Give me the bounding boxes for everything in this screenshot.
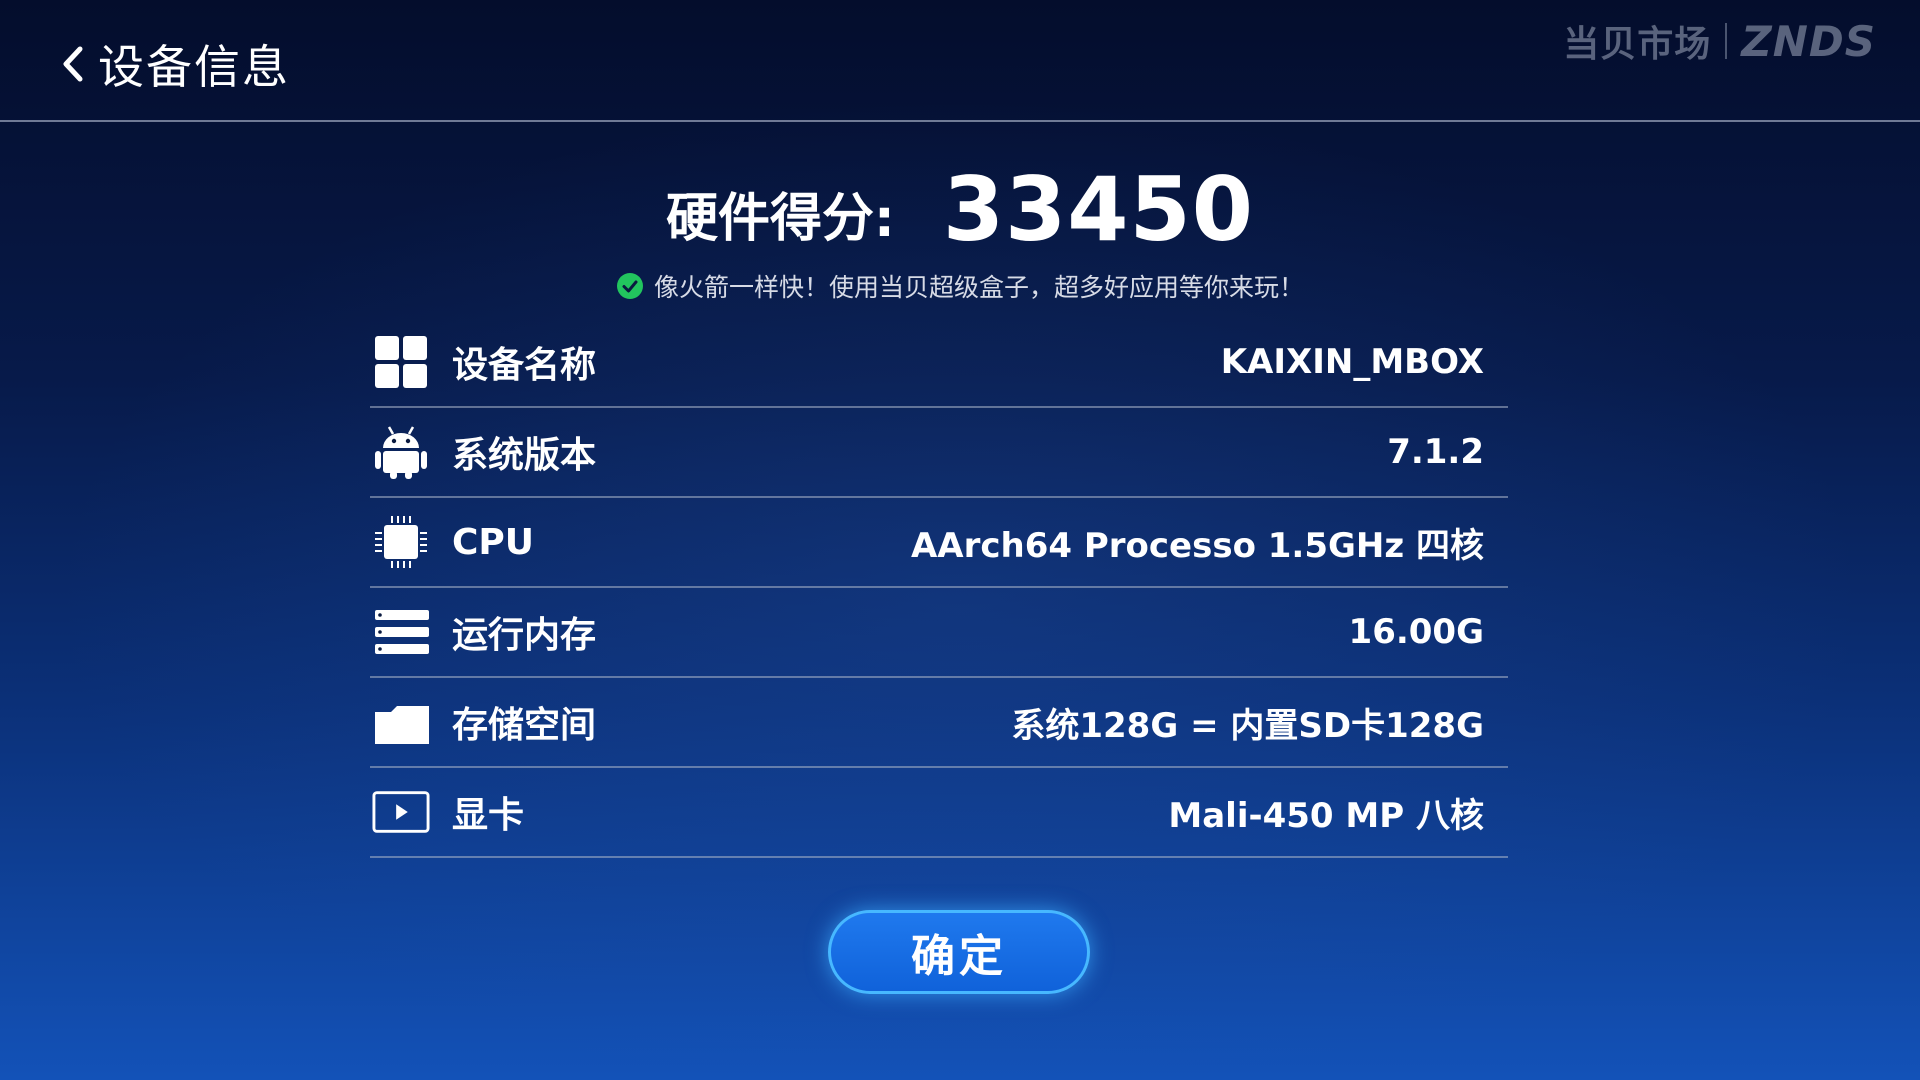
- chevron-left-icon: [63, 46, 83, 82]
- video-play-icon: [372, 783, 430, 841]
- confirm-button[interactable]: 确定: [828, 910, 1090, 994]
- brand-name-cn: 当贝市场: [1563, 24, 1712, 65]
- brand-logo: 当贝市场 ZNDS: [1563, 16, 1876, 66]
- hardware-score: 硬件得分: 33450: [0, 158, 1920, 261]
- top-bar: 设备信息 当贝市场 ZNDS: [0, 0, 1920, 122]
- row-label: 运行内存: [452, 615, 597, 656]
- memory-icon: [372, 603, 430, 661]
- back-button[interactable]: 设备信息: [56, 34, 290, 94]
- device-info-screen: 设备信息 当贝市场 ZNDS 硬件得分: 33450 像火箭一样快！使用当贝超级…: [0, 0, 1920, 1080]
- row-value: KAIXIN_MBOX: [1220, 342, 1484, 382]
- row-label: 系统版本: [452, 435, 597, 476]
- row-value: 7.1.2: [1387, 432, 1484, 472]
- row-value: 系统128G = 内置SD卡128G: [1011, 705, 1484, 746]
- info-row-device-name: 设备名称 KAIXIN_MBOX: [370, 318, 1508, 408]
- row-value: AArch64 Processo 1.5GHz 四核: [910, 525, 1484, 566]
- page-title: 设备信息: [98, 40, 290, 94]
- score-value: 33450: [942, 158, 1254, 261]
- row-label: 存储空间: [452, 705, 597, 746]
- android-icon: [372, 423, 430, 481]
- check-circle-icon: [616, 273, 643, 299]
- row-label: CPU: [452, 521, 535, 563]
- info-row-cpu: CPU AArch64 Processo 1.5GHz 四核: [370, 498, 1508, 588]
- device-info-list: 设备名称 KAIXIN_MBOX 系统版本 7.1.2 CPU AArch64 …: [370, 318, 1508, 858]
- tip-text: 像火箭一样快！使用当贝超级盒子，超多好应用等你来玩！: [653, 273, 1304, 302]
- info-row-storage: 存储空间 系统128G = 内置SD卡128G: [370, 678, 1508, 768]
- info-row-gpu: 显卡 Mali-450 MP 八核: [370, 768, 1508, 858]
- score-tip: 像火箭一样快！使用当贝超级盒子，超多好应用等你来玩！: [0, 268, 1920, 304]
- row-label: 设备名称: [452, 345, 597, 386]
- row-value: Mali-450 MP 八核: [1168, 795, 1484, 836]
- row-value: 16.00G: [1348, 612, 1484, 652]
- confirm-button-label: 确定: [911, 931, 1007, 982]
- chip-icon: [372, 513, 430, 571]
- row-label: 显卡: [452, 795, 525, 836]
- brand-name-en: ZNDS: [1741, 16, 1876, 66]
- brand-divider: [1725, 23, 1728, 59]
- score-label: 硬件得分:: [666, 189, 895, 249]
- info-row-system-version: 系统版本 7.1.2: [370, 408, 1508, 498]
- info-row-memory: 运行内存 16.00G: [370, 588, 1508, 678]
- folder-icon: [372, 693, 430, 751]
- grid-icon: [372, 333, 430, 391]
